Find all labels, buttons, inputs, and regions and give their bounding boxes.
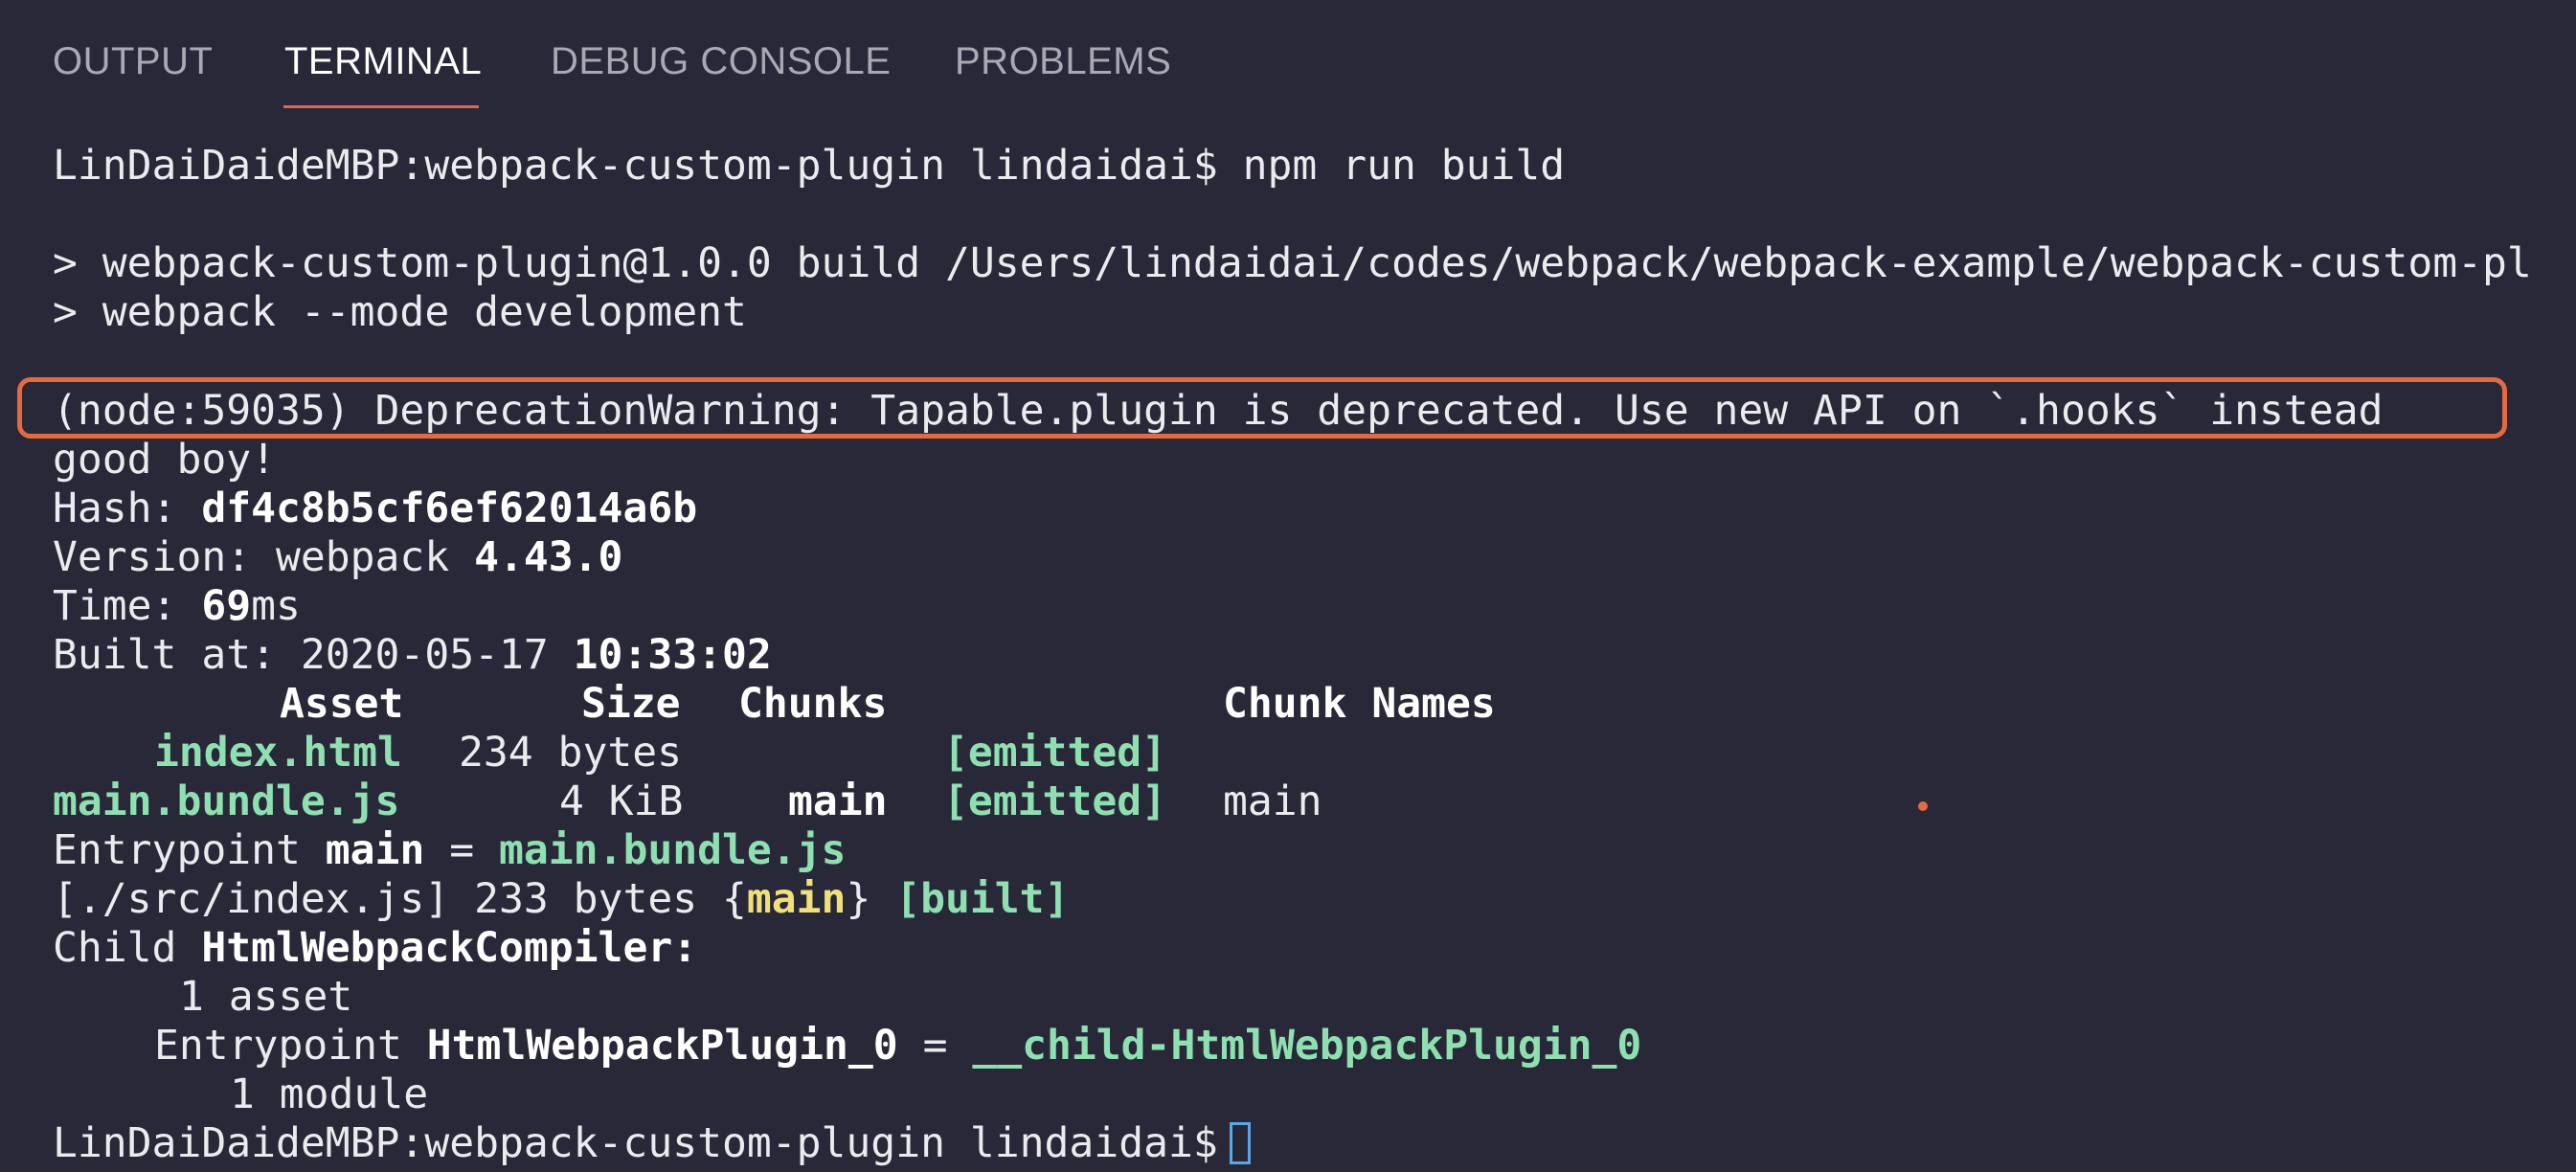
entrypoint-file: main.bundle.js [499, 826, 847, 874]
module-path: [./src/index.js] [53, 875, 450, 923]
table-header-chunk-names: Chunk Names [1223, 680, 1496, 728]
asset-chunk-names: main [1223, 778, 1322, 825]
script-line-1: > webpack-custom-plugin@1.0.0 build /Use… [53, 239, 2532, 287]
hash-line: Hash: df4c8b5cf6ef62014a6b [53, 485, 697, 533]
asset-size: 234 bytes [459, 729, 682, 777]
child-entry-eq: = [922, 1022, 948, 1070]
module-chunk: main [746, 875, 847, 923]
deprecation-warning: (node:59035) DeprecationWarning: Tapable… [53, 387, 2384, 435]
child-entry-name: HtmlWebpackPlugin_0 [426, 1022, 898, 1070]
module-status: [built] [895, 875, 1070, 923]
asset-chunks: main [788, 778, 888, 825]
command: npm run build [1242, 142, 1566, 190]
time-line: Time: 69ms [53, 582, 301, 631]
child-entry-file: __child-HtmlWebpackPlugin_0 [972, 1022, 1642, 1070]
built-at-line: Built at: 2020-05-17 10:33:02 [53, 631, 772, 680]
child-line: Child HtmlWebpackCompiler: [53, 924, 697, 973]
asset-name: main.bundle.js [53, 778, 400, 825]
module-line: [./src/index.js] 233 bytes {main} [built… [53, 875, 1070, 923]
terminal-cursor[interactable] [1229, 1122, 1251, 1164]
module-size: 233 bytes [474, 875, 698, 923]
asset-status: [emitted] [943, 778, 1166, 825]
hash-value: df4c8b5cf6ef62014a6b [201, 485, 698, 532]
built-label: Built at: 2020-05-17 [53, 631, 549, 679]
table-header-size: Size [581, 680, 681, 728]
command-line: LinDaiDaideMBP:webpack-custom-plugin lin… [53, 142, 1565, 191]
asset-status: [emitted] [943, 729, 1166, 777]
table-header-asset: Asset [280, 680, 404, 728]
asset-size: 4 KiB [559, 778, 684, 825]
entrypoint-eq: = [449, 826, 475, 874]
child-modules: 1 module [230, 1071, 429, 1118]
table-header-chunks: Chunks [738, 680, 888, 728]
time-unit: ms [251, 582, 301, 630]
child-name: HtmlWebpackCompiler: [201, 924, 698, 972]
asset-name: index.html [154, 729, 402, 777]
terminal-output[interactable]: LinDaiDaideMBP:webpack-custom-plugin lin… [53, 0, 2576, 1172]
version-label: Version: webpack [53, 533, 450, 581]
entrypoint-label: Entrypoint [53, 826, 301, 874]
prompt: LinDaiDaideMBP:webpack-custom-plugin lin… [53, 142, 1218, 190]
entrypoint-name: main [325, 826, 425, 874]
prompt: LinDaiDaideMBP:webpack-custom-plugin lin… [53, 1119, 1218, 1167]
entrypoint-line: Entrypoint main = main.bundle.js [53, 826, 846, 875]
child-entrypoint-line: Entrypoint HtmlWebpackPlugin_0 = __child… [154, 1022, 1641, 1071]
script-line-2: > webpack --mode development [53, 288, 747, 336]
prompt-line: LinDaiDaideMBP:webpack-custom-plugin lin… [53, 1119, 1251, 1168]
time-value: 69 [201, 582, 252, 630]
time-label: Time: [53, 582, 177, 630]
child-label: Child [53, 924, 177, 972]
child-assets: 1 asset [179, 973, 353, 1021]
child-entry-label: Entrypoint [154, 1022, 402, 1070]
built-time: 10:33:02 [573, 631, 772, 679]
hash-label: Hash: [53, 485, 177, 532]
plugin-output: good boy! [53, 436, 276, 484]
version-value: 4.43.0 [474, 533, 623, 581]
version-line: Version: webpack 4.43.0 [53, 533, 622, 582]
